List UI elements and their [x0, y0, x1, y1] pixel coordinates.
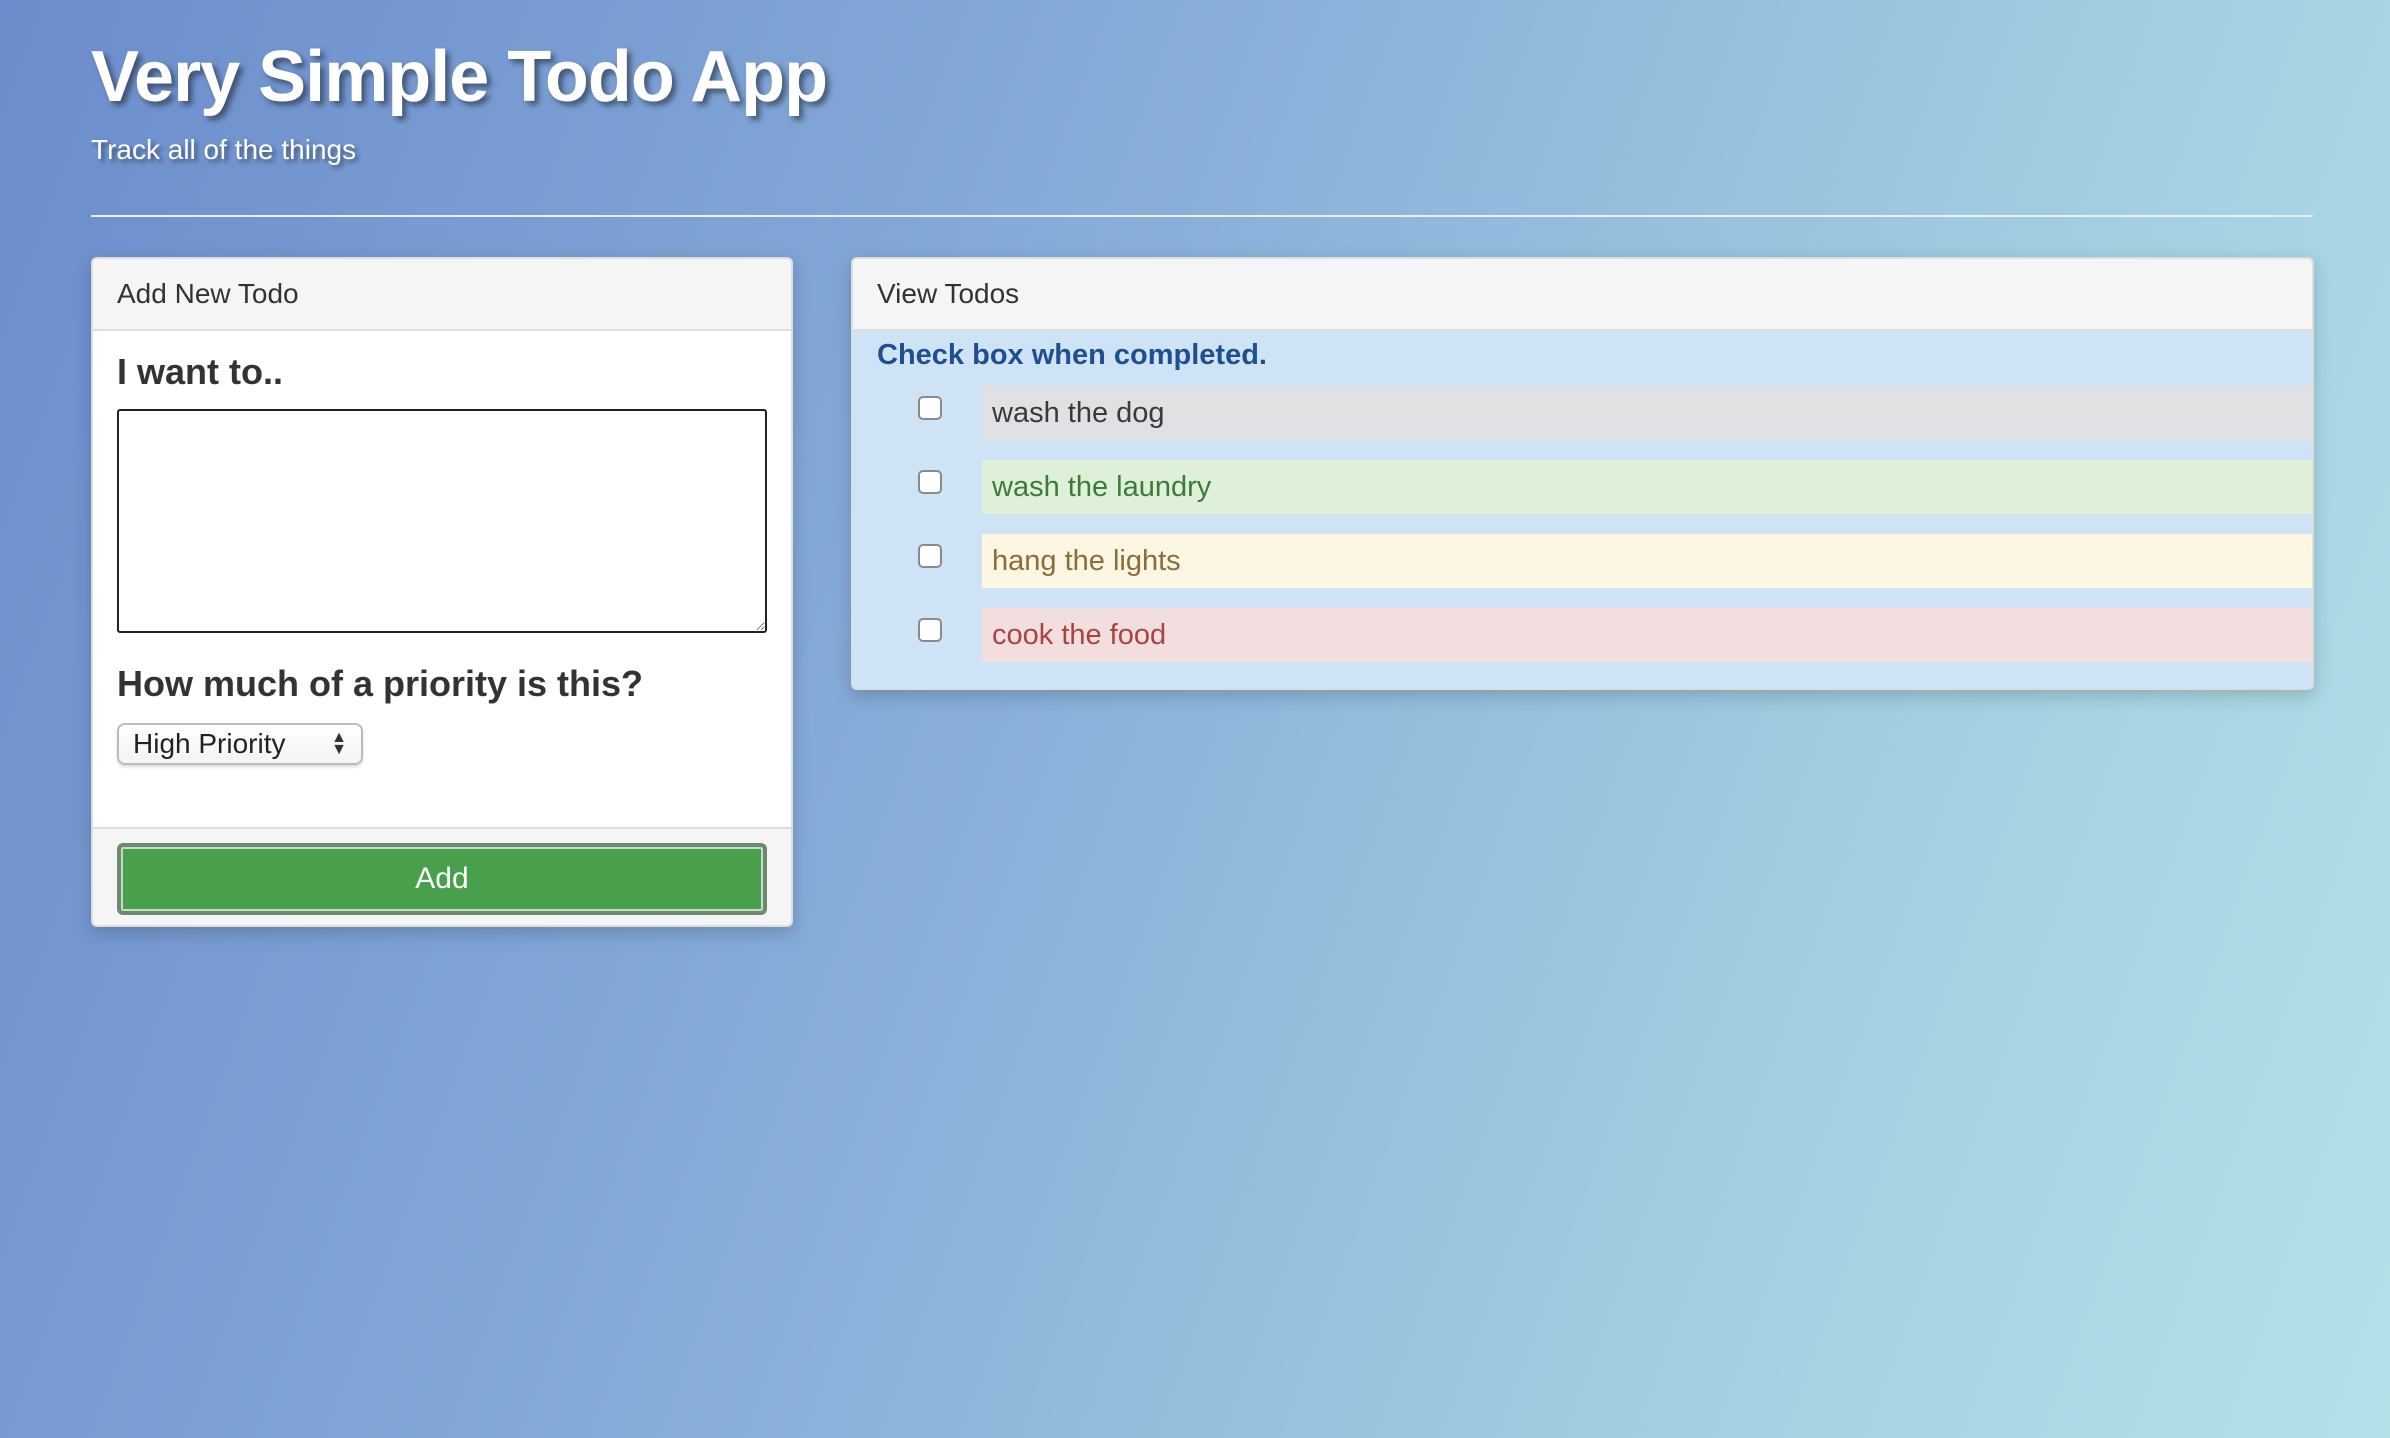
description-label: I want to.. — [117, 351, 283, 392]
view-todos-body: Check box when completed. wash the dog w… — [853, 331, 2312, 682]
todo-row: cook the food — [877, 608, 2312, 682]
add-todo-panel: Add New Todo I want to.. How much of a p… — [91, 257, 793, 927]
add-todo-heading: Add New Todo — [93, 259, 791, 331]
todo-item: cook the food — [982, 608, 2312, 662]
todo-item: wash the laundry — [982, 460, 2312, 514]
priority-selected-value: High Priority — [133, 728, 286, 759]
todo-row: wash the laundry — [877, 460, 2312, 534]
header-divider — [91, 215, 2313, 217]
page-header: Very Simple Todo App Track all of the th… — [91, 36, 2313, 166]
select-arrows-icon: ▲ ▼ — [331, 729, 347, 758]
todo-item: hang the lights — [982, 534, 2312, 588]
view-todos-heading: View Todos — [853, 259, 2312, 331]
todo-checkbox[interactable] — [918, 470, 942, 494]
completion-hint: Check box when completed. — [877, 339, 1267, 371]
todo-item: wash the dog — [982, 386, 2312, 440]
add-button[interactable]: Add — [117, 843, 767, 915]
todo-description-input[interactable] — [117, 409, 767, 633]
todo-checkbox[interactable] — [918, 618, 942, 642]
todo-list: wash the dog wash the laundry hang the l… — [877, 386, 2312, 682]
add-todo-body: I want to.. How much of a priority is th… — [93, 331, 791, 827]
todo-text: wash the dog — [992, 396, 1165, 429]
todo-checkbox[interactable] — [918, 396, 942, 420]
todo-text: hang the lights — [992, 544, 1181, 577]
app-title: Very Simple Todo App — [91, 37, 828, 117]
todo-text: wash the laundry — [992, 470, 1212, 503]
priority-select[interactable]: High Priority ▲ ▼ — [117, 723, 363, 765]
app-subtitle: Track all of the things — [91, 134, 357, 165]
view-todos-panel: View Todos Check box when completed. was… — [851, 257, 2314, 690]
add-todo-footer: Add — [93, 827, 791, 925]
todo-text: cook the food — [992, 618, 1167, 651]
todo-checkbox[interactable] — [918, 544, 942, 568]
todo-row: wash the dog — [877, 386, 2312, 460]
priority-label: How much of a priority is this? — [117, 663, 644, 704]
todo-row: hang the lights — [877, 534, 2312, 608]
